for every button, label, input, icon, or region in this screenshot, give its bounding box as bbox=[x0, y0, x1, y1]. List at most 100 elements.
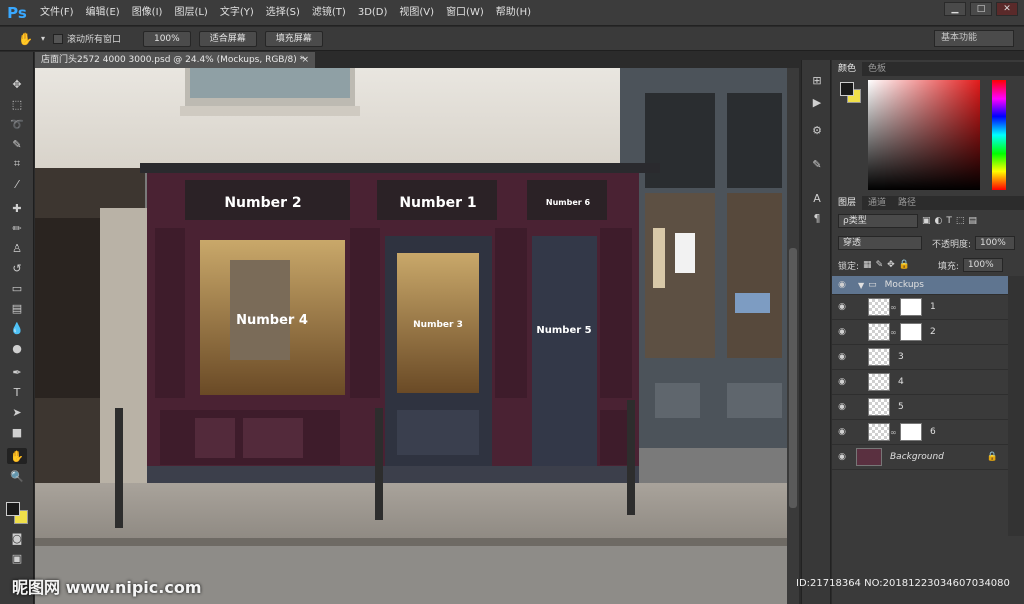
menu-item[interactable]: 文件(F) bbox=[34, 0, 80, 26]
tab-swatches[interactable]: 色板 bbox=[862, 62, 892, 76]
visibility-eye-icon[interactable]: ◉ bbox=[832, 302, 852, 312]
link-icon[interactable]: ∞ bbox=[890, 328, 897, 337]
tab-layers[interactable]: 图层 bbox=[832, 196, 863, 210]
menu-item[interactable]: 图像(I) bbox=[126, 0, 169, 26]
blend-row: 穿透 不透明度: 100% bbox=[834, 234, 1022, 252]
foreground-color-swatch[interactable] bbox=[6, 502, 20, 516]
layer-row[interactable]: ◉ ∞ 6 bbox=[832, 420, 1008, 445]
properties-panel-icon[interactable]: ⚙ bbox=[809, 124, 825, 138]
link-icon[interactable]: ∞ bbox=[890, 303, 897, 312]
tab-color[interactable]: 颜色 bbox=[832, 62, 863, 76]
visibility-eye-icon[interactable]: ◉ bbox=[832, 452, 852, 462]
visibility-eye-icon[interactable]: ◉ bbox=[832, 280, 852, 290]
fit-screen-button[interactable]: 适合屏幕 bbox=[198, 30, 257, 47]
layer-row[interactable]: ◉ 3 bbox=[832, 345, 1008, 370]
filter-type-icon[interactable]: T bbox=[946, 216, 952, 226]
menu-item[interactable]: 选择(S) bbox=[260, 0, 306, 26]
link-icon[interactable]: ∞ bbox=[890, 428, 897, 437]
filter-pixel-icon[interactable]: ▣ bbox=[922, 216, 931, 226]
scroll-all-checkbox[interactable] bbox=[52, 33, 63, 44]
layer-background[interactable]: ◉ Background 🔒 bbox=[832, 445, 1008, 470]
layers-scrollbar[interactable] bbox=[1008, 276, 1024, 536]
visibility-eye-icon[interactable]: ◉ bbox=[832, 377, 852, 387]
filter-adjust-icon[interactable]: ◐ bbox=[935, 216, 943, 226]
lock-all-icon[interactable]: 🔒 bbox=[899, 260, 910, 270]
fill-input[interactable]: 100% bbox=[962, 258, 1003, 272]
actions-panel-icon[interactable]: ▶ bbox=[809, 96, 825, 110]
canvas-vertical-scrollbar[interactable] bbox=[787, 68, 799, 604]
layer-row[interactable]: ◉ 4 bbox=[832, 370, 1008, 395]
crop-tool-icon[interactable]: ⌗ bbox=[7, 156, 27, 172]
type-tool-icon[interactable]: T bbox=[7, 384, 27, 400]
menu-item[interactable]: 图层(L) bbox=[168, 0, 213, 26]
hue-slider[interactable] bbox=[992, 80, 1006, 190]
close-button[interactable]: ✕ bbox=[996, 2, 1018, 16]
visibility-eye-icon[interactable]: ◉ bbox=[832, 402, 852, 412]
layer-row[interactable]: ◉ ∞ 2 bbox=[832, 320, 1008, 345]
menu-item[interactable]: 文字(Y) bbox=[214, 0, 260, 26]
brush-panel-icon[interactable]: ✎ bbox=[809, 158, 825, 172]
menu-item[interactable]: 视图(V) bbox=[393, 0, 440, 26]
minimize-button[interactable]: ▁ bbox=[944, 2, 966, 16]
layer-group-mockups[interactable]: ◉ ▼ ▭ Mockups bbox=[832, 276, 1008, 295]
group-expand-icon[interactable]: ▼ bbox=[858, 281, 864, 290]
menu-item[interactable]: 3D(D) bbox=[352, 0, 394, 26]
menu-item[interactable]: 滤镜(T) bbox=[306, 0, 352, 26]
gradient-tool-icon[interactable]: ▤ bbox=[7, 300, 27, 316]
menu-item[interactable]: 窗口(W) bbox=[440, 0, 490, 26]
lock-pixels-icon[interactable]: ✎ bbox=[876, 260, 884, 270]
lock-position-icon[interactable]: ✥ bbox=[887, 260, 895, 270]
blend-mode-select[interactable]: 穿透 bbox=[838, 236, 922, 250]
eyedropper-tool-icon[interactable]: ⁄ bbox=[7, 176, 27, 192]
document-tab[interactable]: 店面门头2572 4000 3000.psd @ 24.4% (Mockups,… bbox=[35, 52, 315, 68]
lock-transparent-icon[interactable]: ▦ bbox=[863, 260, 872, 270]
marquee-tool-icon[interactable]: ⬚ bbox=[7, 96, 27, 112]
history-panel-icon[interactable]: ⊞ bbox=[809, 74, 825, 88]
screen-mode-icon[interactable]: ▣ bbox=[7, 550, 27, 566]
menu-item[interactable]: 编辑(E) bbox=[80, 0, 126, 26]
history-brush-tool-icon[interactable]: ↺ bbox=[7, 260, 27, 276]
shape-tool-icon[interactable]: ■ bbox=[7, 424, 27, 440]
paragraph-panel-icon[interactable]: ¶ bbox=[809, 212, 825, 226]
tool-preset-dropdown-icon[interactable]: ▾ bbox=[41, 34, 45, 43]
quick-mask-icon[interactable]: ◙ bbox=[7, 530, 27, 546]
pen-tool-icon[interactable]: ✒ bbox=[7, 364, 27, 380]
tab-paths[interactable]: 路径 bbox=[892, 196, 922, 210]
zoom-tool-icon[interactable]: 🔍 bbox=[7, 468, 27, 484]
scroll-all-windows-option[interactable]: 滚动所有窗口 bbox=[52, 32, 121, 45]
clone-stamp-tool-icon[interactable]: ♙ bbox=[7, 240, 27, 256]
blur-tool-icon[interactable]: 💧 bbox=[7, 320, 27, 336]
tab-channels[interactable]: 通道 bbox=[862, 196, 892, 210]
layer-kind-filter[interactable]: ρ类型 bbox=[838, 214, 918, 228]
layer-row[interactable]: ◉ 5 bbox=[832, 395, 1008, 420]
zoom-100-button[interactable]: 100% bbox=[142, 30, 191, 47]
restore-button[interactable]: □ bbox=[970, 2, 992, 16]
hand-tool-icon[interactable]: ✋ bbox=[7, 448, 27, 464]
quick-select-tool-icon[interactable]: ✎ bbox=[7, 136, 27, 152]
workspace-select[interactable]: 基本功能 bbox=[934, 30, 1014, 47]
scrollbar-thumb[interactable] bbox=[789, 248, 797, 508]
move-tool-icon[interactable]: ✥ bbox=[7, 76, 27, 92]
opacity-label: 不透明度: bbox=[932, 239, 972, 250]
lasso-tool-icon[interactable]: ➰ bbox=[7, 116, 27, 132]
opacity-input[interactable]: 100% bbox=[975, 236, 1016, 250]
document-canvas[interactable]: Number 2 Number 1 Number 6 Number 4 Numb… bbox=[35, 68, 787, 604]
color-picker-field[interactable] bbox=[868, 80, 980, 190]
filter-smart-icon[interactable]: ▤ bbox=[968, 216, 977, 226]
eraser-tool-icon[interactable]: ▭ bbox=[7, 280, 27, 296]
menu-item[interactable]: 帮助(H) bbox=[490, 0, 537, 26]
fill-screen-button[interactable]: 填充屏幕 bbox=[264, 30, 323, 47]
healing-brush-tool-icon[interactable]: ✚ bbox=[7, 200, 27, 216]
dodge-tool-icon[interactable]: ● bbox=[7, 340, 27, 356]
layer-row[interactable]: ◉ ∞ 1 bbox=[832, 295, 1008, 320]
filter-shape-icon[interactable]: ⬚ bbox=[956, 216, 965, 226]
lock-row: 锁定: ▦ ✎ ✥ 🔒 填充: 100% bbox=[834, 256, 1022, 274]
visibility-eye-icon[interactable]: ◉ bbox=[832, 352, 852, 362]
path-select-tool-icon[interactable]: ➤ bbox=[7, 404, 27, 420]
visibility-eye-icon[interactable]: ◉ bbox=[832, 427, 852, 437]
character-panel-icon[interactable]: A bbox=[809, 192, 825, 206]
close-document-icon[interactable]: × bbox=[301, 52, 309, 68]
visibility-eye-icon[interactable]: ◉ bbox=[832, 327, 852, 337]
brush-tool-icon[interactable]: ✏ bbox=[7, 220, 27, 236]
color-panel-foreground-swatch[interactable] bbox=[840, 82, 854, 96]
